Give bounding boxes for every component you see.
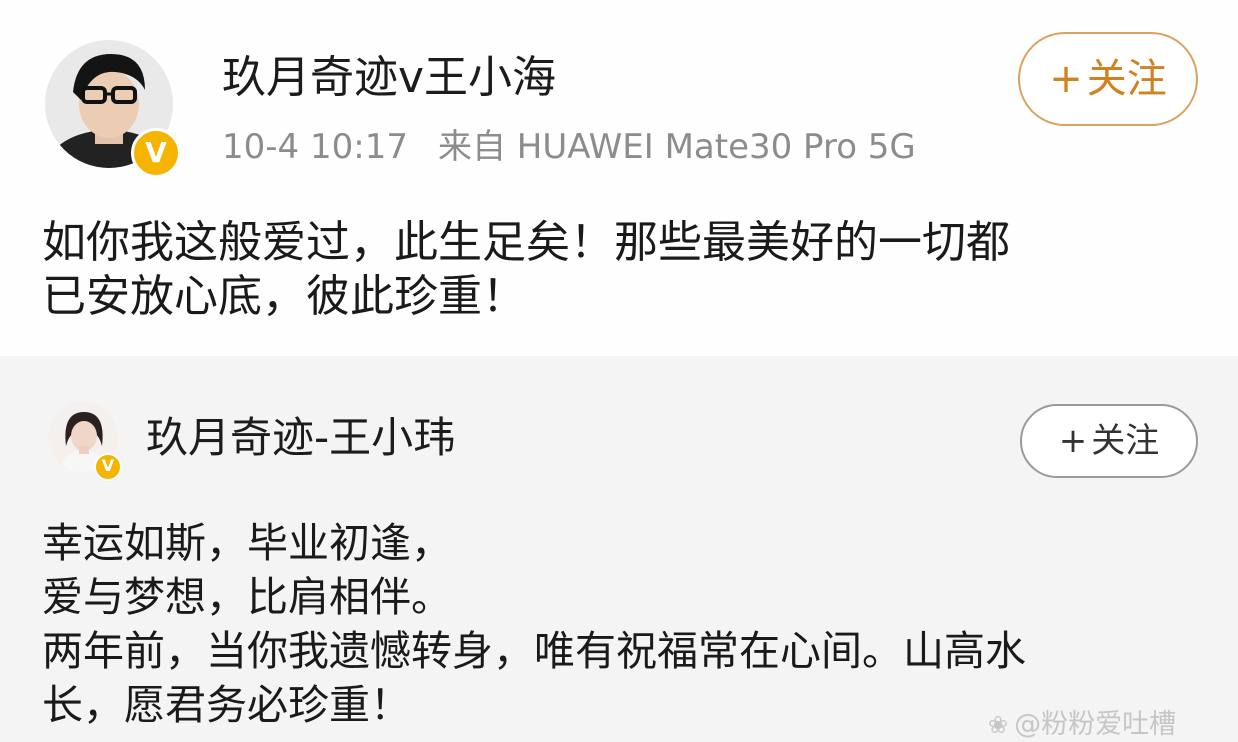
post-text-line: 已安放心底，彼此珍重！ <box>42 271 526 322</box>
timestamp: 10-4 10:17 <box>222 127 408 167</box>
paw-icon: ❀ <box>988 711 1009 739</box>
device-source: 来自 HUAWEI Mate30 Pro 5G <box>437 127 916 167</box>
verified-badge-icon: V <box>131 128 181 178</box>
username[interactable]: 玖月奇迹-王小玮 <box>146 411 455 465</box>
watermark-text: @粉粉爱吐槽 <box>1014 709 1177 740</box>
plus-icon: + <box>1058 421 1088 461</box>
post-text-line: 如你我这般爱过，此生足矣！那些最美好的一切都 <box>42 217 1010 268</box>
post-text: 幸运如斯，毕业初逢， 爱与梦想，比肩相伴。 两年前，当你我遗憾转身，唯有祝福常在… <box>42 516 1222 732</box>
watermark: ❀ @粉粉爱吐槽 <box>988 709 1176 741</box>
post-card-1: V 玖月奇迹v王小海 + 关注 10-4 10:17 来自 HUAWEI Mate3… <box>0 0 1238 356</box>
follow-label: 关注 <box>1091 421 1160 461</box>
post-text-line: 两年前，当你我遗憾转身，唯有祝福常在心间。山高水 <box>42 627 1026 675</box>
plus-icon: + <box>1049 56 1083 102</box>
verified-badge-icon: V <box>94 453 122 481</box>
post-text: 如你我这般爱过，此生足矣！那些最美好的一切都 已安放心底，彼此珍重！ <box>42 216 1212 324</box>
username[interactable]: 玖月奇迹v王小海 <box>222 50 556 106</box>
follow-button[interactable]: + 关注 <box>1018 32 1198 126</box>
post-text-line: 爱与梦想，比肩相伴。 <box>42 573 452 621</box>
post-text-line: 幸运如斯，毕业初逢， <box>42 519 452 567</box>
post-meta: 10-4 10:17 来自 HUAWEI Mate30 Pro 5G <box>222 124 916 170</box>
follow-button[interactable]: + 关注 <box>1020 404 1198 478</box>
follow-label: 关注 <box>1086 56 1167 102</box>
